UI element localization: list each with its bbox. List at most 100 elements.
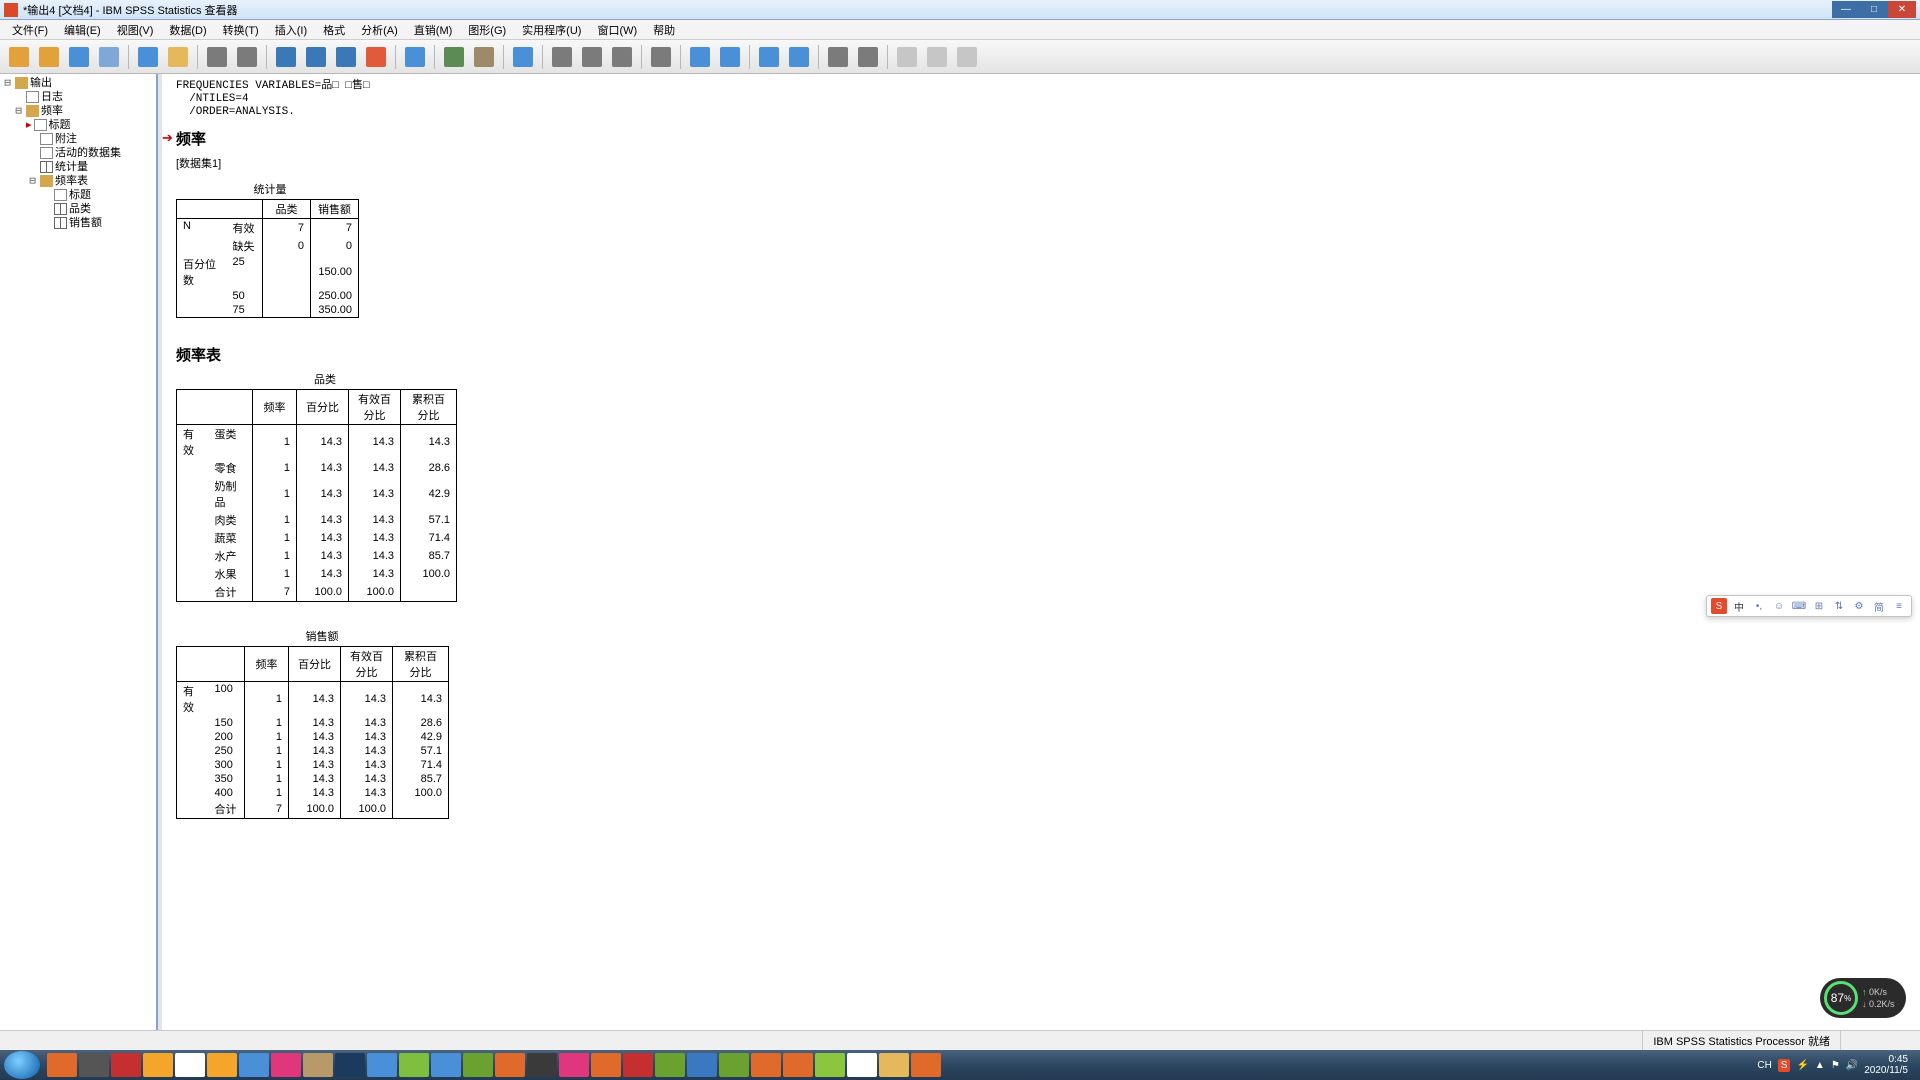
- ime-option-icon[interactable]: ⌨: [1791, 598, 1807, 614]
- taskbar-app-icon[interactable]: [367, 1053, 397, 1077]
- taskbar-app-icon[interactable]: [175, 1053, 205, 1077]
- stats-table[interactable]: 品类销售额N有效77缺失00百分位数25150.0050250.0075350.…: [176, 199, 359, 318]
- toolbar-button[interactable]: [646, 43, 676, 71]
- perf-widget[interactable]: 87% ↑ 0K/s ↓ 0.2K/s: [1820, 978, 1906, 1018]
- outline-pane[interactable]: ⊟输出 日志 ⊟频率 ▸标题 附注 活动的数据集 统计量 ⊟频率表 标题 品类 …: [0, 74, 158, 1030]
- toolbar-button[interactable]: [133, 43, 163, 71]
- taskbar-app-icon[interactable]: [783, 1053, 813, 1077]
- ime-logo-icon[interactable]: S: [1711, 598, 1727, 614]
- tree-node-subtitle[interactable]: 标题: [2, 188, 154, 202]
- tray-sound-icon[interactable]: 🔊: [1846, 1060, 1858, 1071]
- toolbar-button[interactable]: [922, 43, 952, 71]
- menu-item[interactable]: 格式: [315, 20, 353, 40]
- toolbar-button[interactable]: [400, 43, 430, 71]
- taskbar-app-icon[interactable]: [431, 1053, 461, 1077]
- ime-option-icon[interactable]: ⇅: [1831, 598, 1847, 614]
- expand-icon[interactable]: ⊟: [13, 104, 24, 118]
- taskbar-app-icon[interactable]: [655, 1053, 685, 1077]
- toolbar-button[interactable]: [271, 43, 301, 71]
- expand-icon[interactable]: ⊟: [27, 174, 38, 188]
- taskbar-app-icon[interactable]: [719, 1053, 749, 1077]
- menu-item[interactable]: 文件(F): [4, 20, 56, 40]
- output-pane[interactable]: FREQUENCIES VARIABLES=品□ □售□ /NTILES=4 /…: [162, 74, 1920, 1030]
- menu-item[interactable]: 实用程序(U): [514, 20, 589, 40]
- ime-lang-icon[interactable]: 中: [1731, 598, 1747, 614]
- toolbar-button[interactable]: [4, 43, 34, 71]
- toolbar-button[interactable]: [508, 43, 538, 71]
- ime-option-icon[interactable]: 简: [1871, 598, 1887, 614]
- toolbar-button[interactable]: [34, 43, 64, 71]
- ime-option-icon[interactable]: ≡: [1891, 598, 1907, 614]
- taskbar-app-icon[interactable]: [239, 1053, 269, 1077]
- menu-item[interactable]: 直销(M): [406, 20, 461, 40]
- tray-net-icon[interactable]: ⚡: [1796, 1060, 1808, 1071]
- tray-ime-icon[interactable]: S: [1778, 1059, 1791, 1072]
- tray-clock[interactable]: 0:45 2020/11/5: [1864, 1054, 1908, 1076]
- taskbar-app-icon[interactable]: [79, 1053, 109, 1077]
- taskbar-app-icon[interactable]: [47, 1053, 77, 1077]
- tree-root[interactable]: ⊟输出: [2, 76, 154, 90]
- menu-item[interactable]: 窗口(W): [589, 20, 645, 40]
- toolbar-button[interactable]: [784, 43, 814, 71]
- menu-item[interactable]: 转换(T): [215, 20, 267, 40]
- taskbar-app-icon[interactable]: [303, 1053, 333, 1077]
- taskbar-app-icon[interactable]: [111, 1053, 141, 1077]
- ime-option-icon[interactable]: ☺: [1771, 598, 1787, 614]
- taskbar-app-icon[interactable]: [463, 1053, 493, 1077]
- toolbar-button[interactable]: [892, 43, 922, 71]
- cat-table[interactable]: 频率百分比有效百分比累积百分比有效蛋类114.314.314.3零食114.31…: [176, 389, 457, 602]
- taskbar-app-icon[interactable]: [207, 1053, 237, 1077]
- taskbar-app-icon[interactable]: [399, 1053, 429, 1077]
- menu-item[interactable]: 视图(V): [109, 20, 162, 40]
- expand-icon[interactable]: ⊟: [2, 76, 13, 90]
- taskbar-app-icon[interactable]: [751, 1053, 781, 1077]
- tree-node-log[interactable]: 日志: [2, 90, 154, 104]
- maximize-button[interactable]: □: [1860, 1, 1888, 18]
- toolbar-button[interactable]: [715, 43, 745, 71]
- menu-item[interactable]: 编辑(E): [56, 20, 109, 40]
- toolbar-button[interactable]: [823, 43, 853, 71]
- taskbar-app-icon[interactable]: [815, 1053, 845, 1077]
- toolbar-button[interactable]: [331, 43, 361, 71]
- toolbar-button[interactable]: [685, 43, 715, 71]
- system-tray[interactable]: CH S ⚡ ▲ ⚑ 🔊 0:45 2020/11/5: [1757, 1054, 1916, 1076]
- taskbar-app-icon[interactable]: [271, 1053, 301, 1077]
- ime-toolbar[interactable]: S 中 •,☺⌨⊞⇅⚙简≡: [1706, 595, 1912, 617]
- toolbar-button[interactable]: [577, 43, 607, 71]
- start-button[interactable]: [4, 1051, 40, 1079]
- taskbar-app-icon[interactable]: [495, 1053, 525, 1077]
- menu-item[interactable]: 图形(G): [460, 20, 514, 40]
- menu-item[interactable]: 分析(A): [353, 20, 406, 40]
- taskbar-app-icon[interactable]: [847, 1053, 877, 1077]
- tree-node-sales[interactable]: 销售额: [2, 216, 154, 230]
- toolbar-button[interactable]: [301, 43, 331, 71]
- sales-table[interactable]: 频率百分比有效百分比累积百分比有效100114.314.314.3150114.…: [176, 646, 449, 819]
- toolbar-button[interactable]: [547, 43, 577, 71]
- toolbar-button[interactable]: [439, 43, 469, 71]
- toolbar-button[interactable]: [754, 43, 784, 71]
- toolbar-button[interactable]: [952, 43, 982, 71]
- taskbar-app-icon[interactable]: [879, 1053, 909, 1077]
- taskbar-app-icon[interactable]: [335, 1053, 365, 1077]
- taskbar-app-icon[interactable]: [623, 1053, 653, 1077]
- taskbar-app-icon[interactable]: [143, 1053, 173, 1077]
- tree-node-active[interactable]: 活动的数据集: [2, 146, 154, 160]
- tree-node-freqtab[interactable]: ⊟频率表: [2, 174, 154, 188]
- toolbar-button[interactable]: [163, 43, 193, 71]
- tray-up-icon[interactable]: ▲: [1815, 1060, 1825, 1071]
- taskbar-app-icon[interactable]: [687, 1053, 717, 1077]
- ime-option-icon[interactable]: ⊞: [1811, 598, 1827, 614]
- taskbar-app-icon[interactable]: [591, 1053, 621, 1077]
- taskbar-app-icon[interactable]: [527, 1053, 557, 1077]
- tree-node-title[interactable]: ▸标题: [2, 118, 154, 132]
- menu-item[interactable]: 帮助: [645, 20, 683, 40]
- tree-node-freq[interactable]: ⊟频率: [2, 104, 154, 118]
- toolbar-button[interactable]: [607, 43, 637, 71]
- tree-node-cat[interactable]: 品类: [2, 202, 154, 216]
- toolbar-button[interactable]: [94, 43, 124, 71]
- toolbar-button[interactable]: [64, 43, 94, 71]
- ime-option-icon[interactable]: •,: [1751, 598, 1767, 614]
- taskbar-app-icon[interactable]: [911, 1053, 941, 1077]
- taskbar-app-icon[interactable]: [559, 1053, 589, 1077]
- toolbar-button[interactable]: [202, 43, 232, 71]
